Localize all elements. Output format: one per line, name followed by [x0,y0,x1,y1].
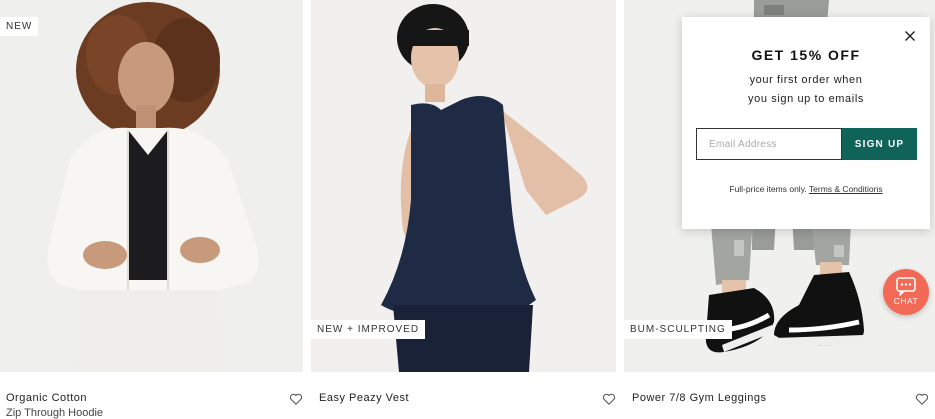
heart-icon [915,393,929,405]
product-image-hoodie[interactable] [0,0,303,372]
popup-subtitle-line-2: you sign up to emails [748,93,864,105]
product-badge: NEW [0,17,39,36]
wishlist-heart-button[interactable] [602,392,616,406]
product-card-1[interactable]: NEW Organic Cotton Zip Through Hoodie [0,0,303,419]
product-name[interactable]: Organic Cotton [6,392,87,404]
close-popup-button[interactable] [904,29,916,41]
email-field[interactable] [697,129,841,159]
product-image-vest[interactable] [311,0,616,372]
chat-label: CHAT [893,296,919,306]
close-icon [905,31,915,41]
product-subtitle[interactable]: Zip Through Hoodie [6,407,103,419]
wishlist-heart-button[interactable] [289,392,303,406]
chat-bubble-icon [896,277,916,296]
terms-conditions-link[interactable]: Terms & Conditions [809,184,883,194]
product-name[interactable]: Power 7/8 Gym Leggings [632,392,767,404]
product-badge: BUM-SCULPTING [624,320,732,339]
product-name[interactable]: Easy Peazy Vest [319,392,409,404]
popup-fine-print: Full-price items only. Terms & Condition… [682,184,930,194]
heart-icon [602,393,616,405]
heart-icon [289,393,303,405]
model-navy-vest-illustration [311,0,616,372]
popup-subtitle-line-1: your first order when [749,74,863,86]
fine-print-text: Full-price items only. [729,184,807,194]
wishlist-heart-button[interactable] [915,392,929,406]
popup-title: GET 15% OFF [751,47,861,63]
product-card-2[interactable]: NEW + IMPROVED Easy Peazy Vest [311,0,616,416]
email-field-wrapper [696,128,842,160]
product-badge: NEW + IMPROVED [311,320,426,339]
model-white-hoodie-illustration [0,0,303,372]
email-signup-popup: GET 15% OFF your first order when you si… [682,17,930,229]
sign-up-button[interactable]: SIGN UP [842,128,917,160]
chat-button[interactable]: CHAT [883,269,929,315]
